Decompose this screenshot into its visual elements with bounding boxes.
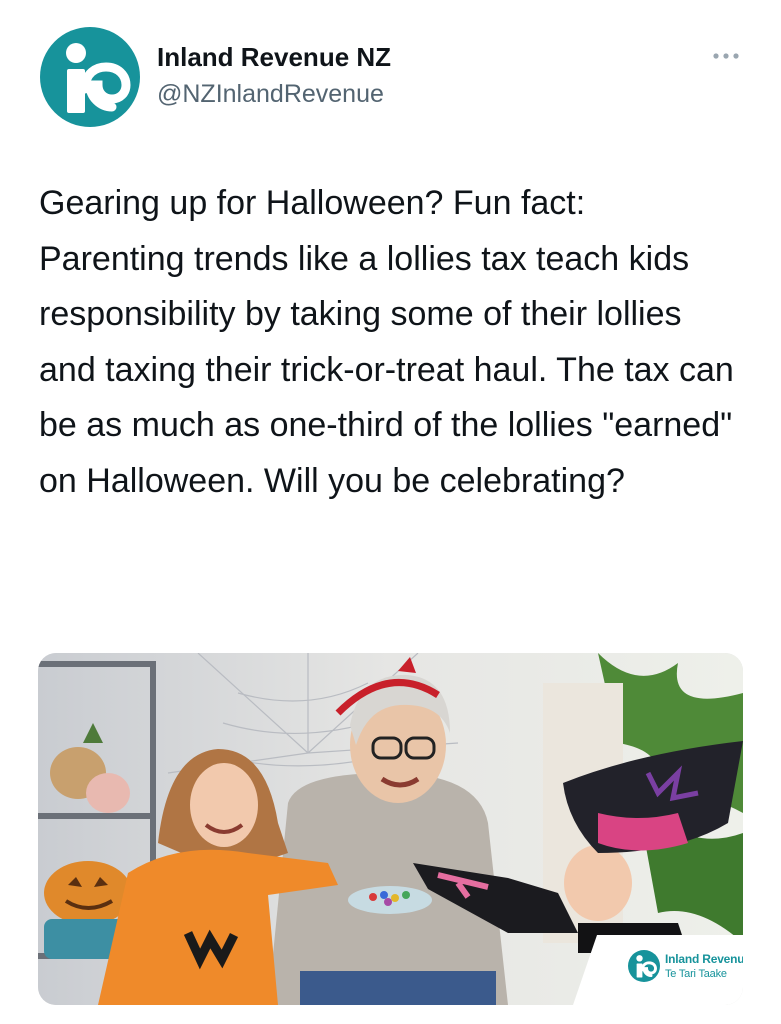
author-display-name[interactable]: Inland Revenue NZ bbox=[157, 42, 391, 73]
more-dots-icon bbox=[713, 53, 739, 59]
watermark-logo-icon bbox=[628, 950, 660, 982]
author-avatar[interactable] bbox=[40, 27, 140, 127]
inland-revenue-logo-icon bbox=[66, 43, 131, 113]
tweet-media-photo[interactable]: Inland Revenue Te Tari Taake bbox=[38, 653, 743, 1005]
watermark-name: Inland Revenue bbox=[665, 952, 743, 966]
tweet-text: Gearing up for Halloween? Fun fact: Pare… bbox=[39, 184, 734, 500]
author-handle[interactable]: @NZInlandRevenue bbox=[157, 80, 384, 109]
more-options-button[interactable] bbox=[706, 44, 746, 68]
watermark-subtitle: Te Tari Taake bbox=[665, 968, 727, 980]
